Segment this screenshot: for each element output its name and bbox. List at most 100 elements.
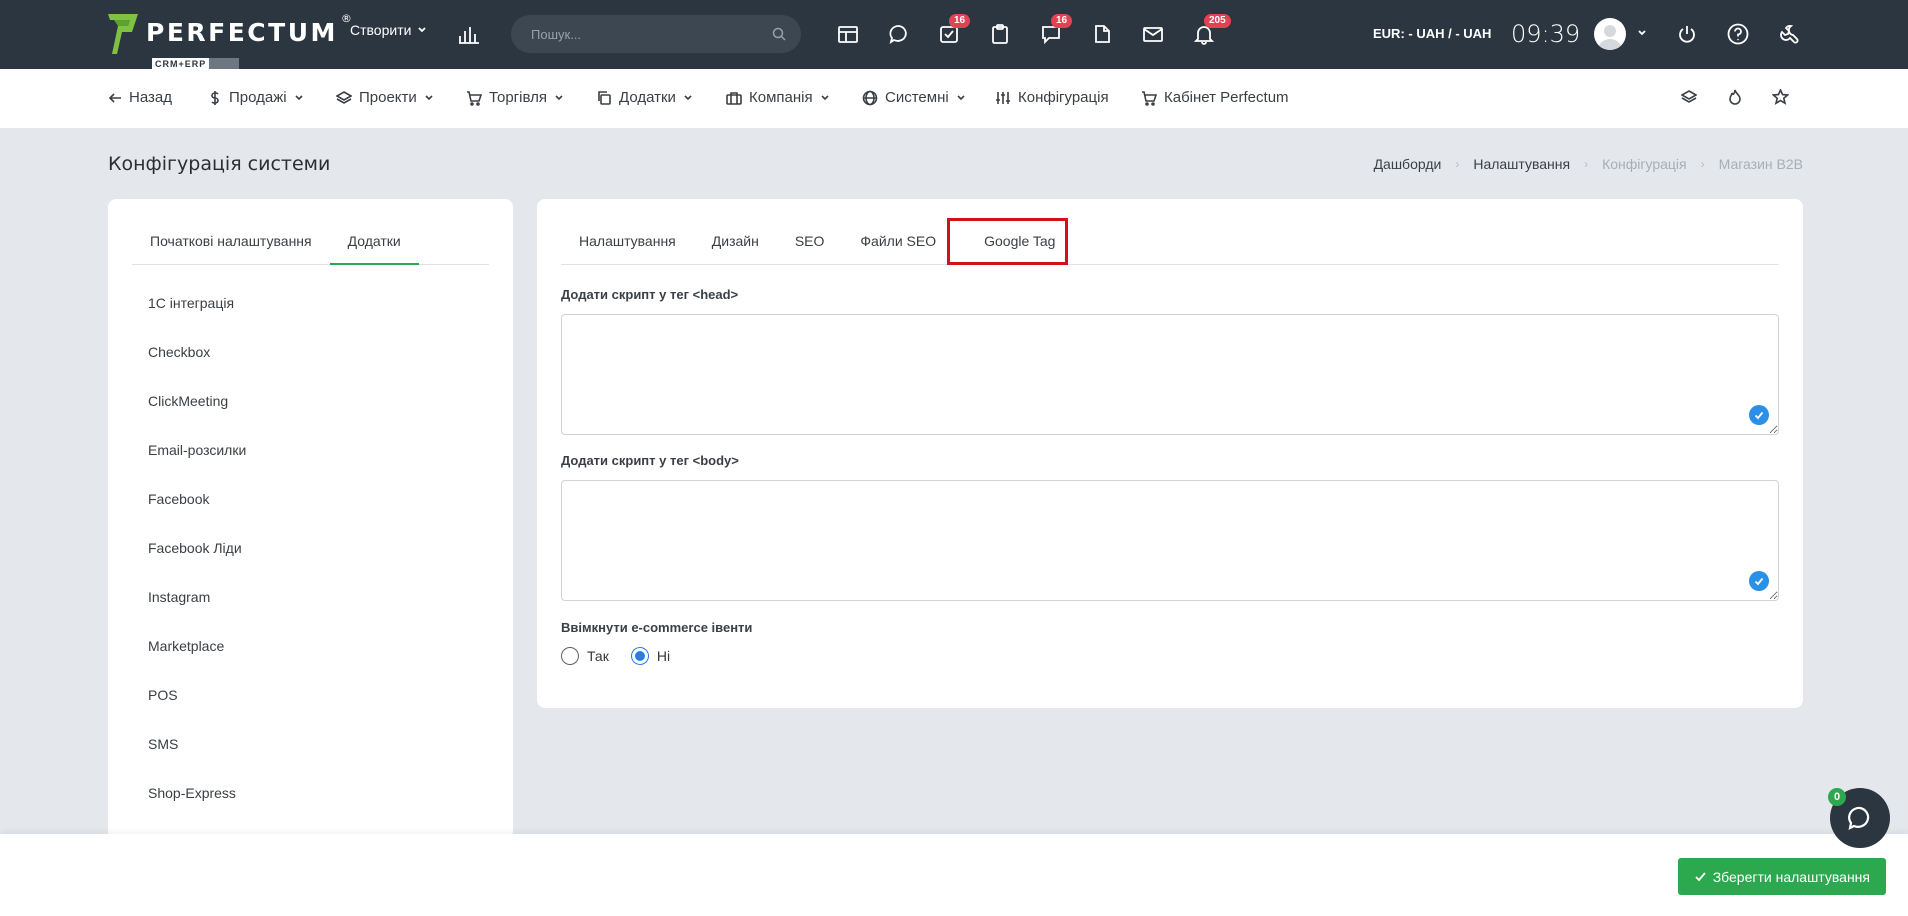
head-script-label: Додати скрипт у тег <head>	[561, 287, 739, 302]
list-item[interactable]: Marketplace	[148, 638, 246, 687]
avatar[interactable]	[1594, 18, 1626, 50]
ecommerce-radio-group: Так Ні	[561, 647, 670, 665]
tab-initial-settings[interactable]: Початкові налаштування	[132, 221, 330, 265]
power-icon[interactable]	[1674, 21, 1700, 47]
bell-icon[interactable]: 205	[1191, 14, 1231, 47]
list-item[interactable]: Checkbox	[148, 344, 246, 393]
chevron-down-icon	[957, 94, 965, 100]
chevron-down-icon[interactable]	[1637, 28, 1647, 38]
list-item[interactable]: ClickMeeting	[148, 393, 246, 442]
body-script-wrapper	[561, 480, 1779, 601]
clipboard-icon[interactable]	[987, 21, 1013, 47]
breadcrumb-separator: ›	[1700, 157, 1705, 171]
mail-icon[interactable]	[1140, 21, 1166, 47]
head-script-textarea[interactable]	[561, 314, 1779, 435]
left-panel: Початкові налаштування Додатки 1С інтегр…	[108, 199, 513, 839]
list-item[interactable]: Shop-Express	[148, 785, 246, 834]
chat-icon[interactable]	[886, 21, 912, 47]
tab-addons[interactable]: Додатки	[329, 221, 419, 265]
messages-badge: 16	[1051, 14, 1073, 28]
radio-yes-label: Так	[587, 648, 609, 664]
notifications-badge: 205	[1204, 14, 1231, 28]
help-icon[interactable]	[1725, 21, 1751, 47]
fire-icon[interactable]	[1727, 89, 1743, 105]
tab-settings[interactable]: Налаштування	[561, 221, 694, 265]
chevron-down-icon	[555, 94, 563, 100]
clock: 09:39	[1511, 20, 1581, 48]
calendar-icon[interactable]	[835, 21, 861, 47]
nav-addons[interactable]: Додатки	[596, 89, 693, 106]
layers-icon	[336, 90, 352, 104]
wrench-icon[interactable]	[1776, 21, 1802, 47]
create-dropdown[interactable]: Створити	[350, 22, 427, 38]
breadcrumb-item[interactable]: Дашборди	[1374, 156, 1442, 172]
head-script-wrapper	[561, 314, 1779, 435]
breadcrumb-item[interactable]: Конфігурація	[1602, 156, 1687, 172]
list-item[interactable]: Facebook Ліди	[148, 540, 246, 589]
breadcrumb-current: Магазин B2B	[1718, 156, 1803, 172]
dollar-icon	[211, 90, 219, 105]
nav-sales[interactable]: Продажі	[208, 89, 304, 106]
messages-icon[interactable]: 16	[1038, 14, 1073, 47]
chevron-down-icon	[425, 94, 433, 100]
chevron-down-icon	[684, 94, 692, 100]
list-item[interactable]: Instagram	[148, 589, 246, 638]
chevron-down-icon	[418, 27, 427, 33]
left-tabs: Початкові налаштування Додатки	[132, 221, 489, 265]
create-label: Створити	[350, 22, 412, 38]
logo[interactable]: PERFECTUM ® CRM+ERP	[108, 12, 352, 70]
breadcrumb: Дашборди › Налаштування › Конфігурація ›…	[1374, 156, 1803, 172]
footer-bar: Зберегти налаштування	[0, 834, 1908, 916]
tasks-badge: 16	[949, 14, 971, 28]
breadcrumb-separator: ›	[1584, 157, 1589, 171]
list-item[interactable]: Email-розсилки	[148, 442, 246, 491]
document-icon[interactable]	[1089, 21, 1115, 47]
copy-icon	[598, 90, 611, 105]
list-item[interactable]: POS	[148, 687, 246, 736]
radio-no[interactable]	[630, 647, 649, 665]
star-icon[interactable]	[1772, 89, 1789, 105]
body-script-textarea[interactable]	[561, 480, 1779, 601]
radio-no-label: Ні	[656, 648, 671, 664]
tab-seo-files[interactable]: Файли SEO	[842, 221, 954, 265]
list-item[interactable]: Facebook	[148, 491, 246, 540]
top-bar: PERFECTUM® CRM+ERP Створити 16 16 205 EU…	[0, 0, 1908, 70]
chat-count-badge: 0	[1828, 788, 1846, 806]
tasks-icon[interactable]: 16	[936, 14, 971, 47]
nav-cabinet[interactable]: Кабінет Perfectum	[1141, 89, 1289, 106]
nav-projects[interactable]: Проекти	[336, 89, 434, 106]
nav-company[interactable]: Компанія	[726, 89, 830, 106]
nav-config[interactable]: Конфігурація	[995, 89, 1109, 106]
bar-chart-icon[interactable]	[458, 24, 480, 44]
ecommerce-label: Ввімкнути e-commerce івенти	[561, 620, 753, 635]
google-tag-highlight	[947, 218, 1068, 265]
search-icon[interactable]	[772, 27, 786, 41]
chat-widget-button[interactable]: 0	[1828, 788, 1890, 848]
search-input[interactable]	[531, 26, 761, 42]
right-panel: Налаштування Дизайн SEO Файли SEO Google…	[537, 199, 1803, 708]
logo-text: PERFECTUM ®	[146, 12, 352, 47]
check-icon	[1695, 872, 1706, 882]
currency-rate: EUR: - UAH / - UAH	[1373, 26, 1492, 41]
list-item[interactable]: SMS	[148, 736, 246, 785]
chat-bubble-icon	[1848, 806, 1870, 830]
addons-list: 1С інтеграція Checkbox ClickMeeting Emai…	[148, 295, 246, 834]
tab-seo[interactable]: SEO	[777, 221, 843, 265]
nav-trade[interactable]: Торгівля	[466, 89, 564, 106]
logo-mark-icon	[108, 14, 138, 54]
breadcrumb-item[interactable]: Налаштування	[1473, 156, 1570, 172]
breadcrumb-separator: ›	[1455, 157, 1460, 171]
layers-icon[interactable]	[1681, 89, 1697, 105]
list-item[interactable]: 1С інтеграція	[148, 295, 246, 344]
chevron-down-icon	[821, 94, 829, 100]
save-settings-button[interactable]: Зберегти налаштування	[1677, 858, 1886, 895]
body-script-label: Додати скрипт у тег <body>	[561, 453, 739, 468]
nav-back[interactable]: Назад	[108, 89, 172, 106]
check-icon	[1749, 405, 1769, 425]
radio-yes[interactable]	[561, 647, 579, 665]
page-title: Конфігурація системи	[108, 153, 331, 175]
cart-icon	[467, 90, 482, 106]
search-box[interactable]	[511, 15, 801, 53]
tab-design[interactable]: Дизайн	[694, 221, 777, 265]
nav-system[interactable]: Системні	[862, 89, 966, 106]
